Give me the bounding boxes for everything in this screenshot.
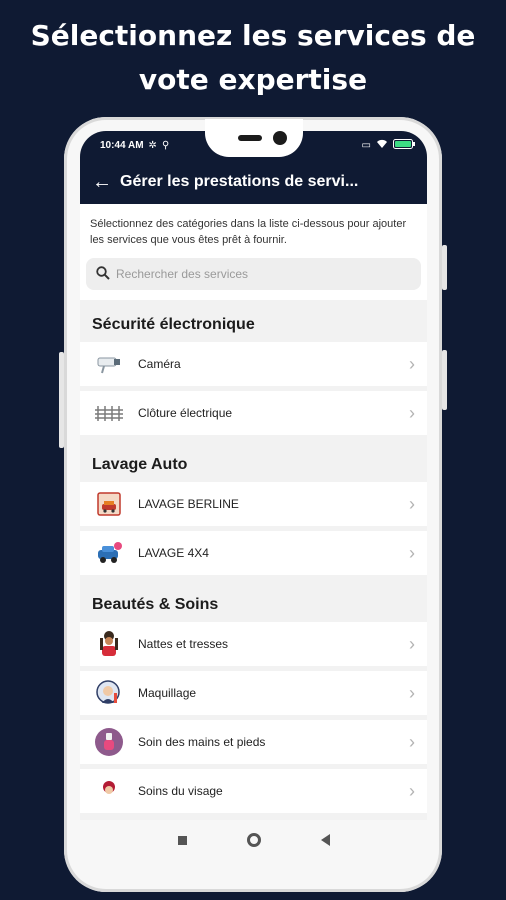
list-item-nattes[interactable]: Nattes et tresses › [80, 622, 427, 666]
list-item-label: Maquillage [138, 686, 197, 700]
nail-polish-icon [94, 727, 124, 757]
chevron-right-icon: › [409, 633, 415, 654]
battery-icon [393, 139, 415, 152]
chevron-right-icon: › [409, 402, 415, 423]
search-icon [96, 265, 110, 283]
makeup-icon [94, 678, 124, 708]
list-item-label: Clôture électrique [138, 406, 233, 420]
chevron-right-icon: › [409, 353, 415, 374]
chevron-right-icon: › [409, 682, 415, 703]
car-wash-icon [94, 489, 124, 519]
chevron-right-icon: › [409, 542, 415, 563]
phone-screen: 10:44 AM ✲ ⚲ ▭ ← Gérer les prestations d… [80, 131, 427, 860]
chevron-right-icon: › [409, 780, 415, 801]
list-item-camera[interactable]: Caméra › [80, 342, 427, 386]
promo-headline: Sélectionnez les services de vote expert… [0, 14, 506, 102]
section-title-beaute: Beautés & Soins [92, 596, 219, 613]
phone-side-button [59, 352, 64, 448]
headline-line-1: Sélectionnez les services de [30, 19, 476, 52]
list-item-label: Soin des mains et pieds [138, 735, 266, 749]
search-input[interactable]: Rechercher des services [86, 258, 421, 290]
camera-icon [94, 349, 124, 379]
intro-text: Sélectionnez des catégories dans la list… [80, 204, 427, 254]
list-item-lavage-berline[interactable]: LAVAGE BERLINE › [80, 482, 427, 526]
list-item-soins-visage[interactable]: Soins du visage › [80, 769, 427, 813]
back-arrow-icon[interactable]: ← [92, 171, 112, 194]
back-triangle-icon[interactable] [320, 834, 330, 846]
front-camera [273, 131, 287, 145]
search-container: Rechercher des services [80, 254, 427, 300]
speaker-grille [238, 135, 262, 141]
phone-volume-button [442, 245, 447, 290]
location-icon: ⚲ [161, 140, 170, 151]
list-item-label: Soins du visage [138, 784, 223, 798]
section-title-lavage: Lavage Auto [92, 456, 188, 473]
vibrate-icon: ▭ [361, 140, 371, 151]
app-bar: ← Gérer les prestations de servi... [80, 160, 427, 204]
braids-icon [94, 629, 124, 659]
search-placeholder: Rechercher des services [116, 267, 249, 281]
chevron-right-icon: › [409, 493, 415, 514]
suv-icon [94, 538, 124, 568]
headline-line-2: vote expertise [138, 63, 368, 96]
settings-icon: ✲ [148, 140, 157, 151]
chevron-right-icon: › [409, 731, 415, 752]
section-title-securite: Sécurité électronique [92, 316, 255, 333]
home-icon[interactable] [246, 833, 261, 847]
list-item-lavage-4x4[interactable]: LAVAGE 4X4 › [80, 531, 427, 575]
list-item-label: Caméra [138, 357, 181, 371]
phone-power-button [442, 350, 447, 410]
face-care-icon [94, 776, 124, 806]
fence-icon [94, 398, 124, 428]
page-title: Gérer les prestations de servi... [120, 173, 359, 190]
list-item-label: Nattes et tresses [138, 637, 229, 651]
list-item-label: LAVAGE 4X4 [138, 546, 209, 560]
list-item-fence[interactable]: Clôture électrique › [80, 391, 427, 435]
list-item-maquillage[interactable]: Maquillage › [80, 671, 427, 715]
list-item-label: LAVAGE BERLINE [138, 497, 239, 511]
status-time: 10:44 AM [100, 140, 144, 151]
system-nav-bar [80, 820, 427, 860]
list-item-soin-mains[interactable]: Soin des mains et pieds › [80, 720, 427, 764]
phone-notch [205, 119, 303, 157]
recent-apps-icon[interactable] [177, 835, 187, 845]
wifi-icon [376, 139, 388, 152]
